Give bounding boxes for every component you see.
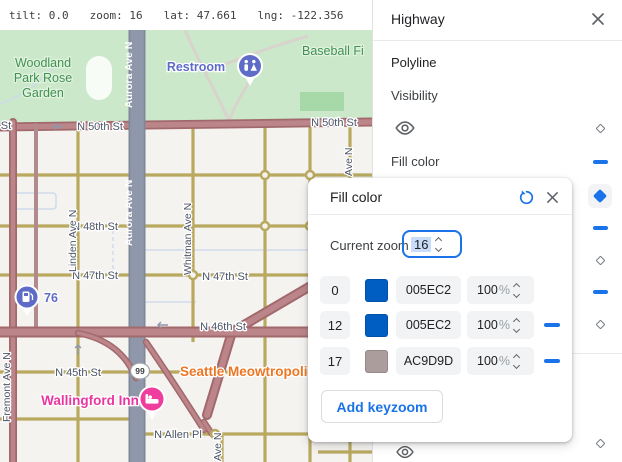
opacity-field[interactable]: 100 % bbox=[467, 311, 534, 339]
stepper-chevrons[interactable] bbox=[436, 236, 441, 253]
visibility-toggle-2[interactable] bbox=[393, 440, 417, 462]
eye-icon bbox=[395, 442, 415, 462]
chevron-down-icon[interactable] bbox=[435, 244, 442, 251]
keyzoom-marker-diamond-4[interactable] bbox=[588, 431, 612, 455]
park-label-line3: Garden bbox=[22, 86, 64, 100]
keyzoom-row: 0 005EC2 100 % bbox=[320, 276, 534, 304]
remove-keyzoom-button[interactable] bbox=[544, 359, 560, 363]
street-label-linden: Linden Ave N bbox=[67, 210, 79, 272]
chevron-up-icon[interactable] bbox=[435, 236, 442, 243]
reset-icon bbox=[518, 189, 535, 206]
chevron-down-icon[interactable] bbox=[513, 325, 520, 332]
fill-color-popup: Fill color Current zoom 16 0 005EC2 10 bbox=[308, 178, 572, 442]
stepper-chevrons[interactable] bbox=[514, 317, 519, 334]
inn-label: Wallingford Inn bbox=[41, 393, 139, 408]
hex-color-field[interactable]: 005EC2 bbox=[396, 311, 461, 339]
status-zoom: zoom: 16 bbox=[90, 9, 143, 22]
stepper-chevrons[interactable] bbox=[514, 282, 519, 299]
percent-sign: % bbox=[499, 283, 510, 297]
keyzoom-marker-dash-3[interactable] bbox=[588, 280, 612, 304]
hex-color-field[interactable]: AC9D9D bbox=[396, 347, 461, 375]
street-label-n50th-frag: St bbox=[1, 120, 11, 132]
keyzoom-row: 12 005EC2 100 % bbox=[320, 311, 534, 339]
property-label-fill-color: Fill color bbox=[391, 154, 439, 169]
remove-keyzoom-button[interactable] bbox=[544, 323, 560, 327]
status-tilt: tilt: 0.0 bbox=[9, 9, 69, 22]
cat-cafe-label: Seattle Meowtropoli bbox=[180, 364, 308, 379]
visibility-toggle[interactable] bbox=[393, 116, 417, 140]
status-lng: lng: -122.356 bbox=[257, 9, 343, 22]
street-label-aurora-mid: Aurora Ave N bbox=[123, 180, 135, 246]
street-label-n50th-right: N 50th St bbox=[311, 117, 357, 129]
keyzoom-level-field[interactable]: 12 bbox=[320, 311, 350, 339]
chevron-up-icon[interactable] bbox=[513, 353, 520, 360]
eye-icon bbox=[394, 117, 416, 139]
percent-sign: % bbox=[499, 354, 510, 368]
popup-close-button[interactable] bbox=[540, 185, 564, 209]
panel-close-button[interactable] bbox=[586, 7, 610, 31]
section-title-polyline: Polyline bbox=[391, 55, 437, 70]
status-lat: lat: 47.661 bbox=[164, 9, 237, 22]
keyzoom-marker-selected[interactable] bbox=[588, 184, 612, 208]
baseball-field-area bbox=[300, 92, 344, 111]
color-swatch[interactable] bbox=[365, 350, 388, 373]
park-label-line2: Park Rose bbox=[14, 71, 72, 85]
close-icon bbox=[545, 190, 560, 205]
gas-station-label: 76 bbox=[44, 291, 58, 305]
park-clearing bbox=[86, 56, 112, 100]
reset-button[interactable] bbox=[514, 185, 538, 209]
street-label-n47th-right: N 47th St bbox=[202, 271, 248, 283]
current-zoom-stepper[interactable]: 16 bbox=[402, 230, 462, 258]
map-status-bar: tilt: 0.0 zoom: 16 lat: 47.661 lng: -122… bbox=[0, 0, 372, 30]
panel-divider bbox=[373, 40, 622, 41]
street-label-ave-n-south: Ave N bbox=[212, 433, 224, 461]
percent-sign: % bbox=[499, 318, 510, 332]
route-shield-label: 99 bbox=[135, 366, 145, 376]
property-label-visibility: Visibility bbox=[391, 88, 438, 103]
map-style-editor: tilt: 0.0 zoom: 16 lat: 47.661 lng: -122… bbox=[0, 0, 622, 462]
opacity-value[interactable]: 100 bbox=[477, 318, 498, 332]
street-label-n-allen-pl: N Allen Pl bbox=[154, 429, 202, 441]
opacity-value[interactable]: 100 bbox=[477, 354, 498, 368]
chevron-up-icon[interactable] bbox=[513, 282, 520, 289]
keyzoom-marker-diamond-3[interactable] bbox=[588, 312, 612, 336]
street-label-whitman: Whitman Ave N bbox=[182, 203, 194, 275]
route-99-shield: 99 bbox=[131, 363, 150, 379]
popup-divider bbox=[308, 214, 572, 215]
keyzoom-marker-diamond-1[interactable] bbox=[588, 116, 612, 140]
current-zoom-label: Current zoom bbox=[330, 238, 409, 253]
keyzoom-row: 17 AC9D9D 100 % bbox=[320, 347, 534, 375]
opacity-field[interactable]: 100 % bbox=[467, 276, 534, 304]
panel-title: Highway bbox=[391, 11, 445, 27]
hex-color-field[interactable]: 005EC2 bbox=[396, 276, 461, 304]
street-label-aurora-top: Aurora Ave N bbox=[123, 42, 135, 108]
color-swatch[interactable] bbox=[365, 279, 388, 302]
opacity-value[interactable]: 100 bbox=[477, 283, 498, 297]
style-panel-header: Highway bbox=[373, 0, 622, 40]
current-zoom-value[interactable]: 16 bbox=[411, 237, 431, 252]
keyzoom-marker-diamond-2[interactable] bbox=[588, 248, 612, 272]
restroom-label: Restroom bbox=[167, 60, 225, 74]
keyzoom-marker-dash-2[interactable] bbox=[588, 216, 612, 240]
park-label-line1: Woodland bbox=[15, 56, 71, 70]
baseball-field-label: Baseball Fi bbox=[302, 44, 364, 58]
stepper-chevrons[interactable] bbox=[514, 353, 519, 370]
street-label-n50th-left: N 50th St bbox=[77, 121, 123, 133]
close-icon bbox=[590, 11, 606, 27]
opacity-field[interactable]: 100 % bbox=[467, 347, 534, 375]
chevron-down-icon[interactable] bbox=[513, 361, 520, 368]
street-label-fremont: Fremont Ave N bbox=[1, 352, 13, 422]
add-keyzoom-button[interactable]: Add keyzoom bbox=[321, 390, 443, 423]
keyzoom-marker-dash-1[interactable] bbox=[588, 150, 612, 174]
keyzoom-level-field[interactable]: 0 bbox=[320, 276, 350, 304]
street-label-ave-n-east: Ave N bbox=[343, 148, 355, 176]
keyzoom-level-field[interactable]: 17 bbox=[320, 347, 350, 375]
chevron-up-icon[interactable] bbox=[513, 317, 520, 324]
popup-title: Fill color bbox=[330, 189, 382, 205]
color-swatch[interactable] bbox=[365, 314, 388, 337]
street-label-n45th: N 45th St bbox=[55, 367, 101, 379]
chevron-down-icon[interactable] bbox=[513, 290, 520, 297]
street-label-n46th: N 46th St bbox=[200, 321, 246, 333]
